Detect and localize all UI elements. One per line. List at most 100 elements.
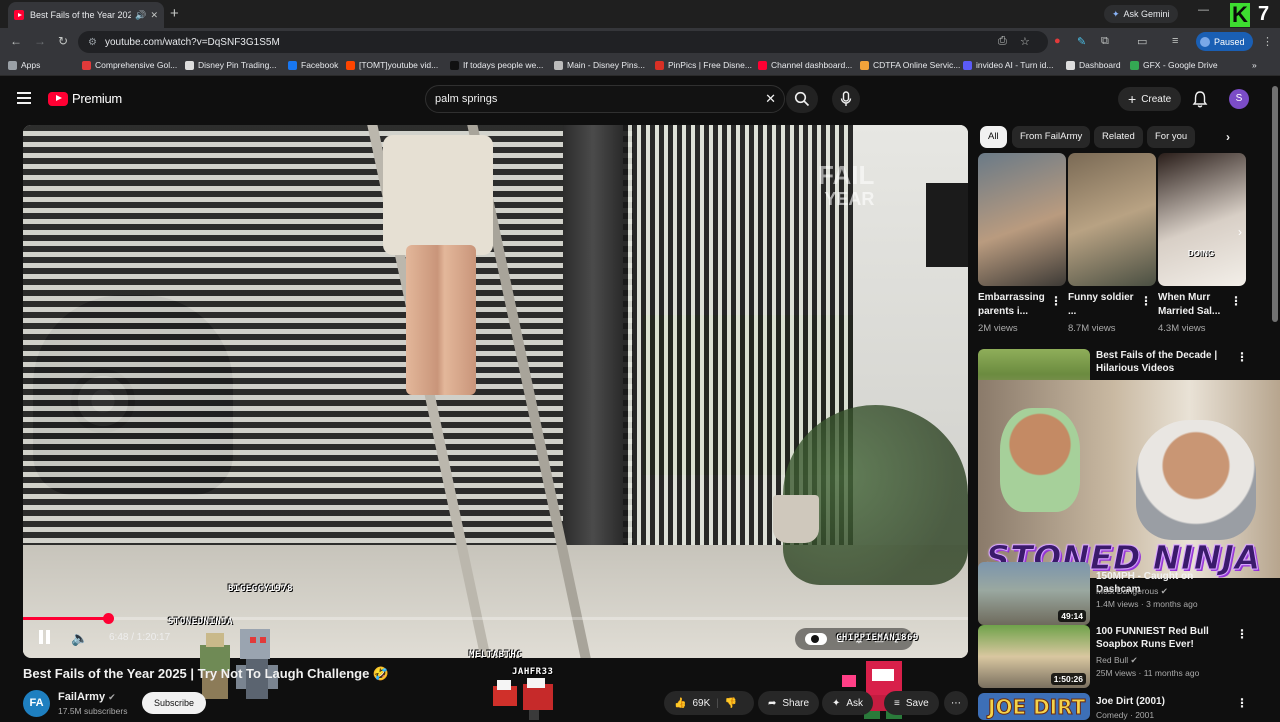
bookmark-star-icon[interactable]: ☆ [1020,35,1030,48]
back-arrow-icon[interactable]: ← [10,34,22,48]
chip-for-you[interactable]: For you [1147,126,1196,148]
media-controls-icon[interactable]: ≡ [1172,35,1178,47]
tab-close-icon[interactable]: ✕ [150,10,158,21]
progress-bar[interactable] [23,613,968,624]
like-count[interactable]: 69K [692,698,710,709]
bookmark-item[interactable]: invideo AI - Turn id... [963,60,1053,70]
chips-next-chevron-icon[interactable]: › [1226,130,1230,144]
bookmark-label: invideo AI - Turn id... [976,60,1054,70]
bookmark-item[interactable]: If todays people we... [450,60,543,70]
browser-tab[interactable]: Best Fails of the Year 2025 | 🔊 ✕ [8,2,164,28]
bookmark-item[interactable]: CDTFA Online Servic... [860,60,960,70]
forward-arrow-icon[interactable]: → [34,34,46,48]
hamburger-menu-icon[interactable] [17,92,31,107]
kebab-menu-icon[interactable]: ⋮ [1236,627,1248,641]
recommended-thumbnail[interactable]: 49:14 [978,562,1090,625]
bookmark-item[interactable]: Apps [8,60,40,70]
video-watermark: FAIL YEAR [818,162,874,211]
bookmark-label: Comprehensive Gol... [95,60,178,70]
tab-search-icon[interactable]: ▭ [1137,35,1147,48]
profile-paused-button[interactable]: Paused [1196,32,1253,51]
bookmark-item[interactable]: Facebook [288,60,338,70]
kebab-menu-icon[interactable]: ⋮ [1140,294,1152,308]
voice-search-button[interactable] [832,85,860,113]
site-info-icon[interactable]: ⚙ [88,37,97,48]
bookmark-item[interactable]: GFX - Google Drive [1130,60,1218,70]
channel-name-text: FailArmy [58,691,106,703]
chip-all[interactable]: All [980,126,1007,148]
more-actions-button[interactable]: ⋯ [944,691,968,715]
clear-search-icon[interactable]: ✕ [765,91,776,107]
reload-icon[interactable]: ↻ [58,34,68,48]
chrome-menu-icon[interactable]: ⋮ [1262,35,1273,48]
bookmark-item[interactable]: Dashboard [1066,60,1121,70]
extension-red-icon[interactable]: ● [1054,35,1061,47]
bookmark-item[interactable]: [TOMT]youtube vid... [346,60,438,70]
address-bar[interactable]: ⚙ youtube.com/watch?v=DqSNF3G1S5M [78,31,1048,53]
overlay-name: BIGEGGY1978 [228,584,294,594]
account-avatar[interactable]: S [1229,89,1249,109]
recommended-channel[interactable]: Red Bull ✔ [1096,654,1138,667]
subscribe-button[interactable]: Subscribe [142,692,206,714]
youtube-premium-logo[interactable]: Premium [48,91,122,106]
notifications-bell-icon[interactable] [1192,90,1208,113]
bookmark-item[interactable]: Channel dashboard... [758,60,852,70]
kebab-menu-icon[interactable]: ⋮ [1236,696,1248,710]
youtube-header: Premium palm springs ✕ + Create S [0,77,1280,122]
thumbs-down-icon[interactable]: 👎 [725,698,737,709]
pause-button[interactable] [39,630,53,646]
chip-from-failarmy[interactable]: From FailArmy [1012,126,1091,148]
install-app-icon[interactable]: ⎙ [998,35,1007,48]
short-title[interactable]: When Murr Married Sal... [1158,291,1228,319]
short-thumbnail[interactable]: DOING › [1158,153,1246,286]
shorts-next-chevron-icon[interactable]: › [1238,225,1242,239]
recommended-thumbnail[interactable]: JOE DIRT [978,693,1090,720]
save-button[interactable]: ≡ Save [884,691,939,715]
sidebar-scrollbar[interactable] [1272,86,1278,322]
progress-scrubber[interactable] [103,613,115,624]
bookmark-item[interactable]: PinPics | Free Disne... [655,60,752,70]
profile-avatar-icon [1200,36,1210,47]
minimize-button[interactable]: — [1198,4,1209,16]
short-thumbnail[interactable] [1068,153,1156,286]
bookmark-item[interactable]: Disney Pin Trading... [185,60,276,70]
share-label: Share [782,697,810,709]
recommended-meta: 25M views · 11 months ago [1096,668,1200,678]
bookmarks-overflow-icon[interactable]: » [1252,60,1257,70]
extensions-puzzle-icon[interactable]: ⧉ [1101,35,1109,48]
bookmark-item[interactable]: Main - Disney Pins... [554,60,645,70]
create-button[interactable]: + Create [1118,87,1182,111]
ask-gemini-button[interactable]: ✦ Ask Gemini [1104,5,1178,23]
share-button[interactable]: ➦ Share [758,691,820,715]
video-player[interactable]: FAIL YEAR 🔈 6:48 / 1:20:17 ⧈ ⚙ ▭ ⤢ [23,125,968,658]
channel-name[interactable]: FailArmy ✔ [58,691,116,703]
extension-blue-icon[interactable]: ✎ [1077,35,1086,48]
recommended-title[interactable]: Joe Dirt (2001) [1096,695,1236,708]
sparkle-icon: ✦ [832,697,841,709]
autoplay-toggle[interactable] [805,633,827,645]
thumbs-up-icon[interactable]: 👍 [674,698,686,709]
kebab-menu-icon[interactable]: ⋮ [1050,294,1062,308]
chip-related[interactable]: Related [1094,126,1143,148]
new-tab-button[interactable]: + [170,5,179,22]
volume-icon[interactable]: 🔈 [71,630,88,647]
bookmark-label: Disney Pin Trading... [198,60,277,70]
bookmark-favicon-icon [1130,60,1139,70]
short-title[interactable]: Funny soldier ... [1068,291,1138,319]
bookmark-label: [TOMT]youtube vid... [359,60,439,70]
search-button[interactable] [786,85,818,113]
more-dots-icon: ⋯ [951,697,961,709]
short-thumbnail[interactable] [978,153,1066,286]
speaker-icon[interactable]: 🔊 [135,10,146,21]
channel-avatar[interactable]: FA [23,690,50,717]
recommended-title[interactable]: 100 FUNNIEST Red Bull Soapbox Runs Ever! [1096,625,1236,651]
bookmark-item[interactable]: Comprehensive Gol... [82,60,177,70]
ask-button[interactable]: ✦ Ask [822,691,874,715]
short-title[interactable]: Embarrassing parents i... [978,291,1048,319]
recommended-thumbnail[interactable]: 1:50:26 [978,625,1090,688]
progress-fill [23,617,109,620]
create-label: Create [1141,93,1172,105]
recommended-channel[interactable]: Most Dangerous ✔ [1096,585,1168,598]
search-input[interactable]: palm springs ✕ [425,85,785,113]
kebab-menu-icon[interactable]: ⋮ [1230,294,1242,308]
